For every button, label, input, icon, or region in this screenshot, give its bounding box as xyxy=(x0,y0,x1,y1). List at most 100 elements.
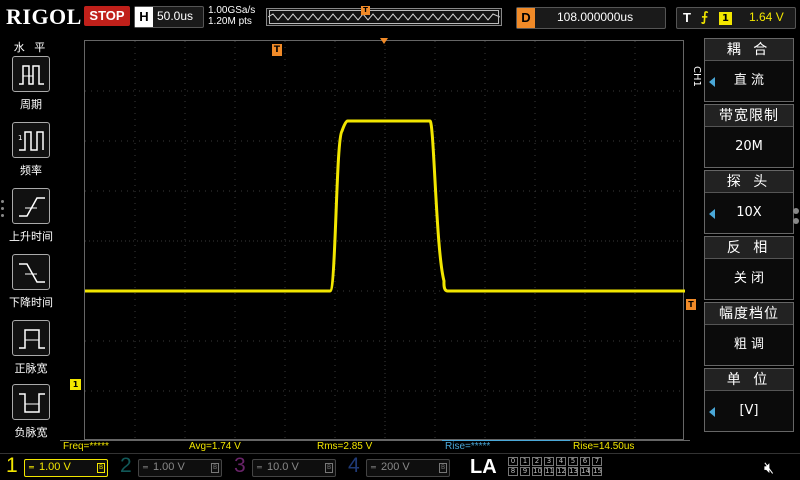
digital-channel-d0[interactable]: 0 xyxy=(508,457,518,466)
menu-page-indicator xyxy=(0,196,5,221)
trigger-status[interactable]: T ⨍ 1 1.64 V xyxy=(676,7,796,29)
period-icon xyxy=(12,56,50,92)
measure-positive-width-button[interactable]: 正脉宽 xyxy=(8,320,54,382)
trigger-position-marker[interactable]: T xyxy=(272,44,282,56)
digital-channel-d6[interactable]: 6 xyxy=(580,457,590,466)
unit-value: [V] xyxy=(739,403,759,418)
delay-value: 108.000000us xyxy=(557,10,634,24)
measure-period-label: 周期 xyxy=(20,98,42,111)
ch1-scale-box[interactable]: ═ 1.00 V B xyxy=(24,459,108,477)
digital-channel-d12[interactable]: 12 xyxy=(556,467,566,476)
bandwidth-limit-icon: B xyxy=(325,463,333,473)
volts-div-softkey[interactable]: 幅度档位 粗 调 xyxy=(704,302,794,366)
graticule xyxy=(85,41,685,441)
bandwidth-limit-icon: B xyxy=(211,463,219,473)
digital-channel-d10[interactable]: 10 xyxy=(532,467,542,476)
unit-title: 单 位 xyxy=(705,369,793,391)
run-stop-status[interactable]: STOP xyxy=(84,6,130,26)
ch1-number: 1 xyxy=(6,454,18,477)
measurement-rise[interactable]: Rise=14.50us xyxy=(570,440,690,452)
measure-frequency-label: 频率 xyxy=(20,164,42,177)
digital-channel-d5[interactable]: 5 xyxy=(568,457,578,466)
dc-coupling-icon: ═ xyxy=(371,463,376,472)
horizontal-center-marker xyxy=(380,38,388,44)
volts-div-title: 幅度档位 xyxy=(705,303,793,325)
measurement-freq[interactable]: Freq=***** xyxy=(60,440,186,452)
digital-channel-d11[interactable]: 11 xyxy=(544,467,554,476)
digital-channel-grid[interactable]: 0 1 2 3 4 5 6 7 8 9 10 11 12 13 14 15 xyxy=(508,457,602,477)
waveform-display[interactable] xyxy=(84,40,685,441)
digital-channel-d15[interactable]: 15 xyxy=(592,467,602,476)
trigger-level: 1.64 V xyxy=(749,10,784,24)
channel-menu-tab: CH1 xyxy=(691,66,702,87)
coupling-value: 直 流 xyxy=(733,73,765,88)
memory-overview[interactable]: T xyxy=(266,6,502,26)
measure-rise-time-label: 上升时间 xyxy=(9,230,53,243)
measure-period-button[interactable]: 周期 xyxy=(8,56,54,118)
rigol-logo: RIGOL xyxy=(6,4,82,29)
measure-positive-width-label: 正脉宽 xyxy=(14,362,48,375)
measure-rise-time-button[interactable]: 上升时间 xyxy=(8,188,54,250)
ch4-scale-box[interactable]: ═ 200 V B xyxy=(366,459,450,477)
memory-depth: 1.20M pts xyxy=(208,16,252,27)
overview-view-window[interactable] xyxy=(269,10,499,24)
overview-trigger-marker: T xyxy=(361,6,370,15)
probe-value: 10X xyxy=(736,205,762,220)
digital-channel-d9[interactable]: 9 xyxy=(520,467,530,476)
bandwidth-limit-value: 20M xyxy=(735,139,763,154)
dc-coupling-icon: ═ xyxy=(29,463,34,472)
digital-channel-d7[interactable]: 7 xyxy=(592,457,602,466)
unit-softkey[interactable]: 单 位 [V] xyxy=(704,368,794,432)
trigger-source: 1 xyxy=(719,12,732,25)
volts-div-value: 粗 调 xyxy=(733,337,765,352)
digital-channel-d13[interactable]: 13 xyxy=(568,467,578,476)
channel-status-bar: 1 ═ 1.00 V B 2 ═ 1.00 V B 3 ═ 10.0 V B 4… xyxy=(0,453,800,480)
measurement-rise-selected[interactable]: Rise=***** xyxy=(442,440,570,452)
digital-channel-d4[interactable]: 4 xyxy=(556,457,566,466)
measure-frequency-button[interactable]: 1 频率 xyxy=(8,122,54,184)
waveform-canvas xyxy=(85,41,685,441)
logic-analyzer-label[interactable]: LA xyxy=(470,456,497,479)
menu-scroll-indicator xyxy=(793,218,799,224)
ch4-number: 4 xyxy=(348,454,360,477)
channel-menu: 耦 合 直 流 带宽限制 20M 探 头 10X 反 相 关 闭 幅度档位 粗 … xyxy=(704,38,794,438)
digital-channel-d1[interactable]: 1 xyxy=(520,457,530,466)
delay-tag: D xyxy=(517,8,535,28)
horizontal-scale[interactable]: H 50.0us xyxy=(134,6,204,28)
measure-fall-time-label: 下降时间 xyxy=(9,296,53,309)
measurement-avg[interactable]: Avg=1.74 V xyxy=(186,440,314,452)
ch4-scale: 200 V xyxy=(381,461,410,473)
invert-softkey[interactable]: 反 相 关 闭 xyxy=(704,236,794,300)
rise-time-icon xyxy=(12,188,50,224)
coupling-softkey[interactable]: 耦 合 直 流 xyxy=(704,38,794,102)
ch1-offset-marker[interactable]: 1 xyxy=(70,379,81,390)
ch3-scale: 10.0 V xyxy=(267,461,299,473)
invert-value: 关 闭 xyxy=(733,271,765,286)
ch2-scale-box[interactable]: ═ 1.00 V B xyxy=(138,459,222,477)
frequency-icon: 1 xyxy=(12,122,50,158)
horizontal-tag: H xyxy=(135,7,153,27)
probe-softkey[interactable]: 探 头 10X xyxy=(704,170,794,234)
horizontal-delay[interactable]: D 108.000000us xyxy=(516,7,666,29)
positive-width-icon xyxy=(12,320,50,356)
measure-negative-width-button[interactable]: 负脉宽 xyxy=(8,384,54,446)
measure-fall-time-button[interactable]: 下降时间 xyxy=(8,254,54,316)
bandwidth-limit-softkey[interactable]: 带宽限制 20M xyxy=(704,104,794,168)
sample-rate: 1.00GSa/s xyxy=(208,5,256,16)
digital-channel-d8[interactable]: 8 xyxy=(508,467,518,476)
speaker-muted-icon[interactable]: 🔇︎ xyxy=(764,458,774,478)
digital-channel-d14[interactable]: 14 xyxy=(580,467,590,476)
ch2-number: 2 xyxy=(120,454,132,477)
ch3-number: 3 xyxy=(234,454,246,477)
svg-text:1: 1 xyxy=(18,134,22,142)
trigger-level-marker[interactable]: T xyxy=(686,299,696,310)
coupling-title: 耦 合 xyxy=(705,39,793,61)
dc-coupling-icon: ═ xyxy=(143,463,148,472)
dc-coupling-icon: ═ xyxy=(257,463,262,472)
ch3-scale-box[interactable]: ═ 10.0 V B xyxy=(252,459,336,477)
digital-channel-d3[interactable]: 3 xyxy=(544,457,554,466)
bandwidth-limit-icon: B xyxy=(439,463,447,473)
digital-channel-d2[interactable]: 2 xyxy=(532,457,542,466)
measurement-rms[interactable]: Rms=2.85 V xyxy=(314,440,442,452)
acquisition-info: 1.00GSa/s 1.20M pts xyxy=(208,5,255,27)
